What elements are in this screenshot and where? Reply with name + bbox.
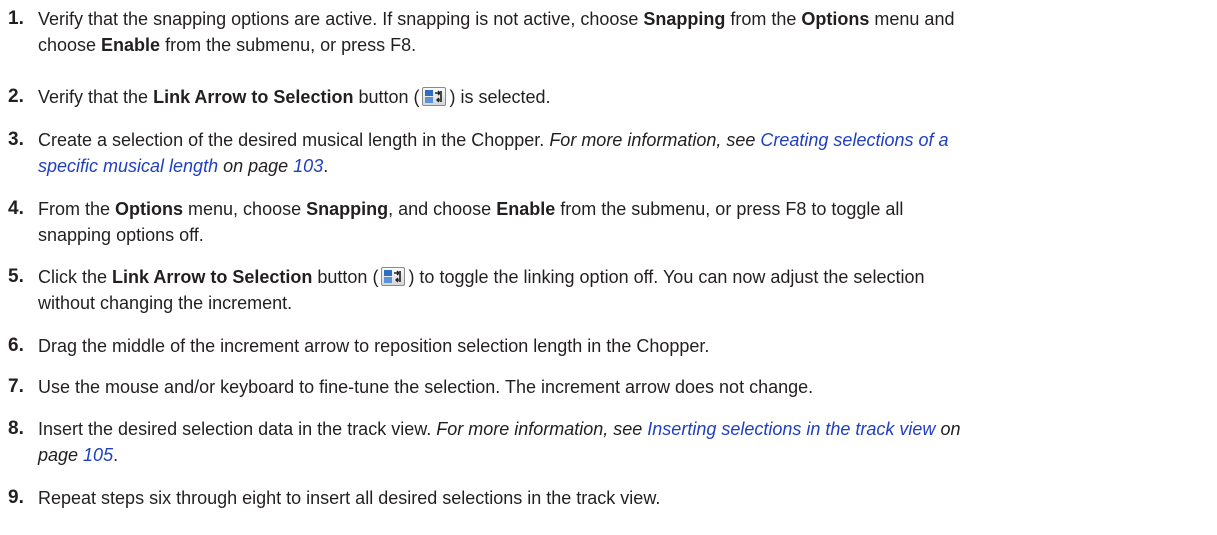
step-number: 6. <box>8 335 24 356</box>
step-text: Click the <box>38 267 113 287</box>
step-number: 2. <box>8 86 24 107</box>
step-text: from the submenu, or press F8. <box>160 35 417 55</box>
button-name: Link Arrow to Selection <box>153 87 354 107</box>
step-number: 4. <box>8 198 24 219</box>
step-number: 1. <box>8 8 24 29</box>
reference-text: For more information, see <box>549 130 761 150</box>
step-text: choose <box>38 35 102 55</box>
link-arrow-to-selection-icon <box>422 87 447 106</box>
link-arrow-to-selection-icon <box>381 267 406 286</box>
link-page-105[interactable]: 105 <box>83 445 113 465</box>
step-number: 8. <box>8 418 24 439</box>
button-name: Link Arrow to Selection <box>112 267 313 287</box>
reference-text: on <box>935 419 961 439</box>
step-text: . <box>323 156 329 176</box>
menu-item-enable: Enable <box>101 35 161 55</box>
step-text: Verify that the <box>38 87 154 107</box>
step-text: ) to toggle the linking option off. You … <box>408 267 925 287</box>
step-text: Drag the middle of the increment arrow t… <box>38 336 710 356</box>
step-text: Use the mouse and/or keyboard to fine-tu… <box>38 377 814 397</box>
menu-item-snapping: Snapping <box>643 9 726 29</box>
step-text: menu and <box>869 9 955 29</box>
step-text: Insert the desired selection data in the… <box>38 419 437 439</box>
step-number: 3. <box>8 129 24 150</box>
step-number: 5. <box>8 266 24 287</box>
step-number: 7. <box>8 376 24 397</box>
step-text: Create a selection of the desired musica… <box>38 130 550 150</box>
step-text: . <box>113 445 119 465</box>
link-page-103[interactable]: 103 <box>293 156 323 176</box>
reference-text: page <box>38 445 84 465</box>
step-text: ) is selected. <box>449 87 551 107</box>
instruction-steps: 1. Verify that the snapping options are … <box>0 0 1217 535</box>
step-text: From the <box>38 199 116 219</box>
reference-text: on page <box>218 156 294 176</box>
step-text: , and choose <box>388 199 497 219</box>
link-creating-selections[interactable]: Creating selections of a <box>760 130 948 150</box>
reference-text: For more information, see <box>436 419 648 439</box>
step-text: Verify that the snapping options are act… <box>38 9 644 29</box>
step-text: snapping options off. <box>38 225 204 245</box>
step-number: 9. <box>8 487 24 508</box>
step-text: from the submenu, or press F8 to toggle … <box>555 199 904 219</box>
step-text: button ( <box>312 267 379 287</box>
step-text: button ( <box>353 87 420 107</box>
step-text: from the <box>725 9 802 29</box>
menu-options: Options <box>801 9 870 29</box>
link-creating-selections[interactable]: specific musical length <box>38 156 218 176</box>
menu-options: Options <box>115 199 184 219</box>
step-text: without changing the increment. <box>38 293 293 313</box>
step-text: Repeat steps six through eight to insert… <box>38 488 661 508</box>
link-inserting-selections[interactable]: Inserting selections in the track view <box>647 419 935 439</box>
menu-item-enable: Enable <box>496 199 556 219</box>
menu-item-snapping: Snapping <box>306 199 389 219</box>
step-text: menu, choose <box>183 199 307 219</box>
